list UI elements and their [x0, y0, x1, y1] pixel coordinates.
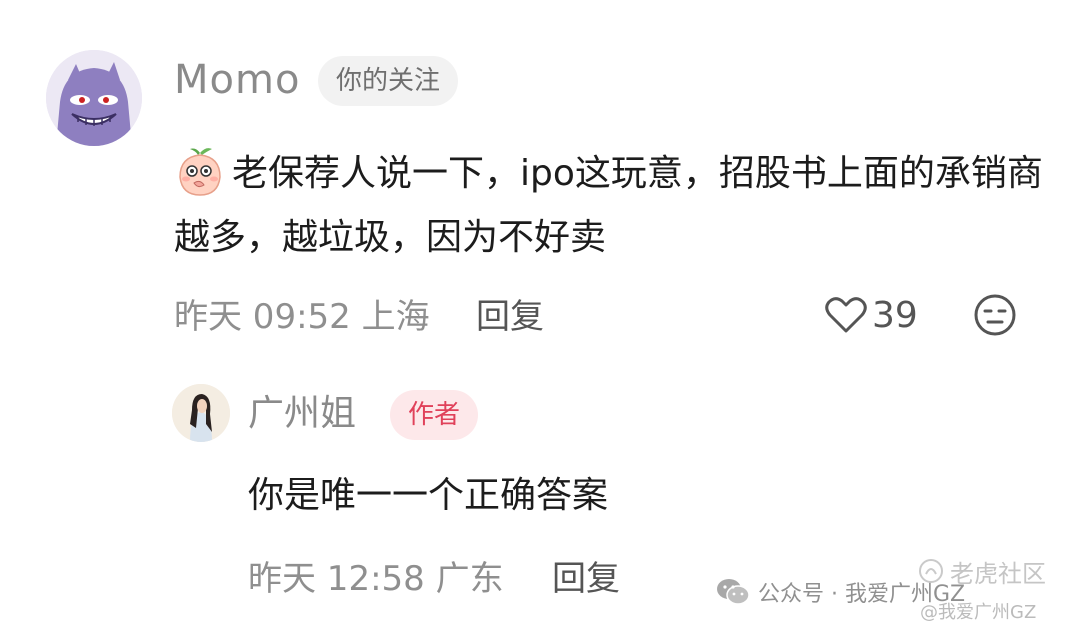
ghost-monster-icon [46, 50, 142, 146]
following-badge: 你的关注 [318, 56, 459, 106]
avatar[interactable] [46, 50, 142, 146]
reply-avatar[interactable] [172, 384, 230, 442]
heart-outline-icon [825, 297, 867, 333]
comment-timestamp-location: 昨天 09:52 上海 [174, 297, 430, 337]
community-watermark-text: 老虎社区 [950, 559, 1046, 588]
unhappy-face-icon[interactable] [972, 292, 1018, 338]
reply-body: 你是唯一一个正确答案 [248, 475, 609, 516]
like-button[interactable]: 39 [824, 290, 918, 340]
reply-reply-button[interactable]: 回复 [552, 554, 620, 604]
like-count: 39 [872, 294, 918, 336]
comment-text: 老保荐人说一下，ipo这玩意，招股书上面的承销商越多，越垃圾，因为不好卖 [174, 153, 1043, 258]
peach-face-emoji-icon [179, 148, 221, 196]
comment-body: 老保荐人说一下，ipo这玩意，招股书上面的承销商越多，越垃圾，因为不好卖 [174, 142, 1054, 270]
username[interactable]: Momo [174, 56, 300, 104]
wechat-icon [717, 579, 750, 605]
community-logo-icon [919, 559, 943, 583]
community-watermark: 老虎社区 [918, 556, 1046, 588]
handle-watermark: @我爱广州GZ [920, 602, 1037, 623]
woman-portrait-icon [172, 384, 230, 442]
reply-timestamp-location: 昨天 12:58 广东 [248, 559, 504, 599]
author-badge: 作者 [390, 390, 479, 440]
reply-username[interactable]: 广州姐 [248, 390, 356, 438]
reply-button[interactable]: 回复 [476, 292, 544, 342]
